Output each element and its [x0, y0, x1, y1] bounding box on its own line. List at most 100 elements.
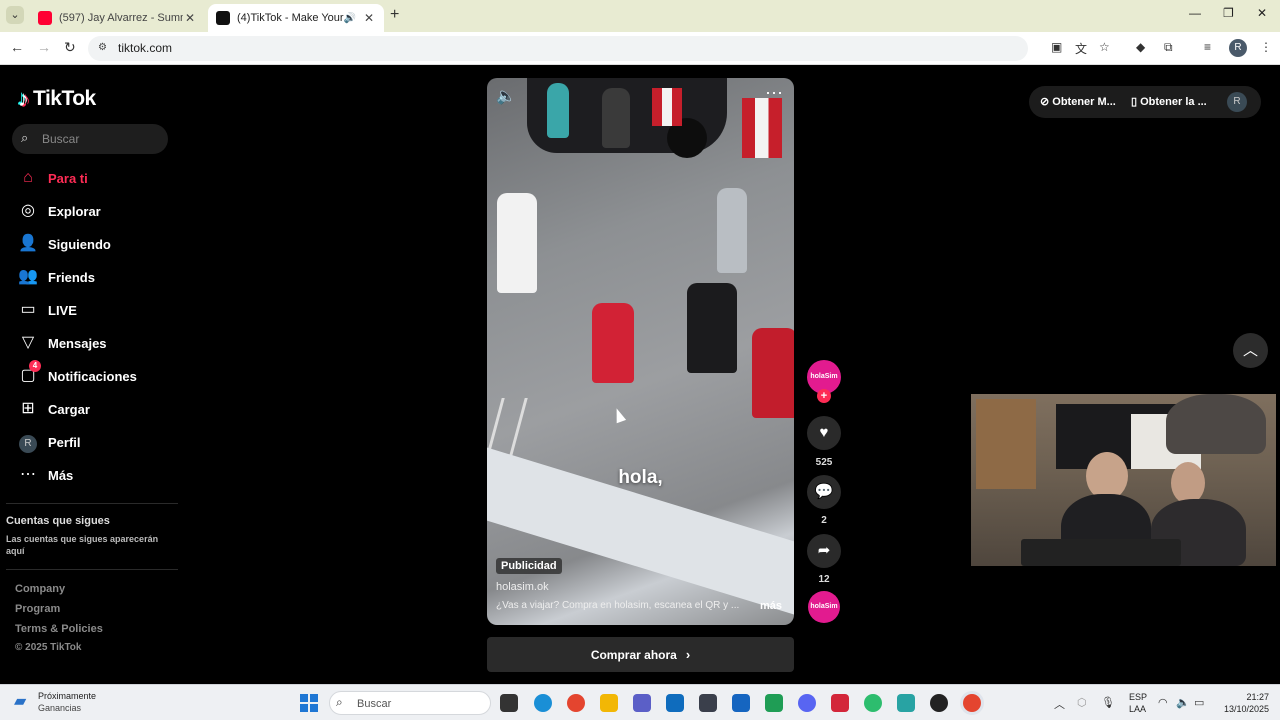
browser-tab-tiktok[interactable]: (4)TikTok - Make Your Day 🔊 ✕	[208, 4, 384, 32]
maximize-button[interactable]: ❐	[1223, 6, 1234, 20]
sidebar-item-notificaciones[interactable]: ▢ 4 Notificaciones	[18, 360, 137, 389]
address-bar[interactable]: ⚙ tiktok.com	[88, 36, 1028, 61]
send-icon: ▽	[21, 334, 35, 351]
comment-button[interactable]: 💬	[807, 475, 841, 509]
footer-link-program[interactable]: Program	[15, 603, 60, 615]
battery-icon[interactable]: ▭	[1194, 696, 1204, 709]
sidebar-item-label: Siguiendo	[48, 236, 111, 252]
speaker-icon[interactable]: 🔊	[344, 13, 356, 24]
more-icon: ⋯	[20, 466, 36, 483]
close-window-button[interactable]: ✕	[1257, 6, 1267, 20]
sidebar-item-label: Friends	[48, 269, 95, 285]
tab-title: (4)TikTok - Make Your Day	[237, 12, 344, 24]
sidebar-item-cargar[interactable]: ⊞ Cargar	[18, 396, 90, 422]
video-player[interactable]: 🔈 ⋯ hola, Publicidad holasim.ok ¿Vas a v…	[487, 78, 794, 625]
tray-app-icon[interactable]: ⬡	[1077, 696, 1087, 709]
forward-icon[interactable]: →	[37, 39, 51, 55]
sidebar-item-explorar[interactable]: ◎ Explorar	[18, 198, 101, 224]
browser-tab-youtube[interactable]: (597) Jay Alvarrez - Summer (2… ✕	[30, 4, 205, 32]
file-explorer-icon[interactable]	[600, 694, 618, 712]
obs-icon[interactable]	[930, 694, 948, 712]
weather-icon[interactable]: ▰	[14, 691, 26, 711]
bookmark-star-icon[interactable]: ☆	[1099, 40, 1110, 54]
site-info-icon[interactable]: ⚙	[98, 42, 107, 53]
search-input[interactable]: ⌕ Buscar	[12, 124, 168, 154]
widget-title[interactable]: Próximamente	[38, 691, 96, 701]
reload-icon[interactable]: ↻	[64, 39, 76, 56]
back-icon[interactable]: ←	[10, 39, 24, 55]
more-options-icon[interactable]: ⋯	[765, 83, 783, 104]
sidebar-item-mas[interactable]: ⋯ Más	[18, 462, 73, 488]
tab-search-button[interactable]: ⌄	[6, 6, 24, 24]
task-view-icon[interactable]	[500, 694, 518, 712]
footer-link-terms[interactable]: Terms & Policies	[15, 623, 103, 635]
volume-icon[interactable]: 🔈	[1176, 696, 1190, 709]
footer-link-company[interactable]: Company	[15, 583, 65, 595]
chrome-menu-icon[interactable]: ⋮	[1260, 40, 1272, 54]
like-button[interactable]: ♥	[807, 416, 841, 450]
chrome-icon[interactable]	[567, 694, 585, 712]
cam-scene-desk	[1021, 539, 1181, 566]
perfil-initial: R	[19, 435, 37, 453]
microphone-icon[interactable]: 🎙	[1101, 696, 1115, 709]
follow-plus-icon[interactable]: +	[817, 389, 831, 403]
translate-icon[interactable]: 文	[1075, 40, 1087, 57]
notepad-icon[interactable]	[897, 694, 915, 712]
profile-avatar[interactable]: R	[1227, 92, 1247, 112]
language-label[interactable]: ESP	[1129, 692, 1147, 702]
close-tab-icon[interactable]: ✕	[183, 11, 197, 25]
edge-icon[interactable]	[534, 694, 552, 712]
extensions-puzzle-icon[interactable]: ⧉	[1164, 40, 1173, 55]
video-scene-person	[592, 303, 634, 383]
volume-icon[interactable]: 🔈	[496, 86, 516, 106]
media-control-icon[interactable]: ≡	[1204, 40, 1211, 54]
music-disc[interactable]: holaSim	[808, 591, 840, 623]
get-coins-button[interactable]: ⊘ Obtener M...	[1040, 95, 1116, 108]
tray-overflow-icon[interactable]: ︿	[1054, 696, 1065, 712]
sidebar-item-label: Cargar	[48, 401, 90, 417]
new-tab-button[interactable]: +	[390, 6, 399, 24]
store-icon[interactable]	[666, 694, 684, 712]
app-icon[interactable]	[864, 694, 882, 712]
friends-icon: 👥	[18, 268, 38, 285]
xbox-icon[interactable]	[765, 694, 783, 712]
extension-icon[interactable]: ◆	[1136, 40, 1145, 54]
ad-more-link[interactable]: más	[760, 600, 782, 612]
ad-badge: Publicidad	[496, 558, 562, 574]
keyboard-layout-label[interactable]: LAA	[1129, 704, 1146, 714]
cam-scene-shelf	[976, 399, 1036, 489]
wifi-icon[interactable]: ◠	[1158, 696, 1168, 709]
start-button[interactable]	[300, 694, 318, 712]
sidebar-item-siguiendo[interactable]: 👤 Siguiendo	[18, 231, 111, 257]
previous-video-button[interactable]: ︿	[1233, 333, 1268, 368]
app-icon[interactable]	[831, 694, 849, 712]
taskbar-search[interactable]: ⌕ Buscar	[329, 691, 491, 715]
home-icon: ⌂	[23, 169, 33, 186]
install-app-icon[interactable]: ▣	[1051, 40, 1062, 54]
share-count: 12	[818, 574, 830, 585]
get-app-label: Obtener la ...	[1140, 96, 1207, 108]
close-tab-icon[interactable]: ✕	[362, 11, 376, 25]
chrome-active-icon[interactable]	[963, 694, 981, 712]
profile-avatar[interactable]: R	[1229, 39, 1247, 57]
tiktok-logo[interactable]: ♪ TikTok	[18, 86, 96, 112]
teams-icon[interactable]	[633, 694, 651, 712]
buy-now-button[interactable]: Comprar ahora ›	[487, 637, 794, 672]
app-icon[interactable]	[732, 694, 750, 712]
sidebar-item-live[interactable]: ▭ LIVE	[18, 297, 76, 323]
get-app-button[interactable]: ▯ Obtener la ...	[1131, 95, 1207, 108]
share-button[interactable]: ➦	[807, 534, 841, 568]
sidebar-item-perfil[interactable]: R Perfil	[18, 429, 81, 455]
sidebar-item-friends[interactable]: 👥 Friends	[18, 264, 95, 290]
sidebar-item-label: Más	[48, 467, 74, 483]
video-caption: hola,	[618, 467, 663, 488]
clock-date[interactable]: 13/10/2025	[1210, 704, 1269, 714]
sidebar-item-para-ti[interactable]: ⌂ Para ti	[18, 165, 88, 191]
ad-handle[interactable]: holasim.ok	[496, 581, 549, 593]
minimize-button[interactable]: —	[1189, 6, 1201, 20]
sidebar-item-mensajes[interactable]: ▽ Mensajes	[18, 330, 107, 356]
logo-text: TikTok	[33, 87, 96, 110]
app-icon[interactable]	[699, 694, 717, 712]
discord-icon[interactable]	[798, 694, 816, 712]
clock-time[interactable]: 21:27	[1233, 692, 1269, 702]
